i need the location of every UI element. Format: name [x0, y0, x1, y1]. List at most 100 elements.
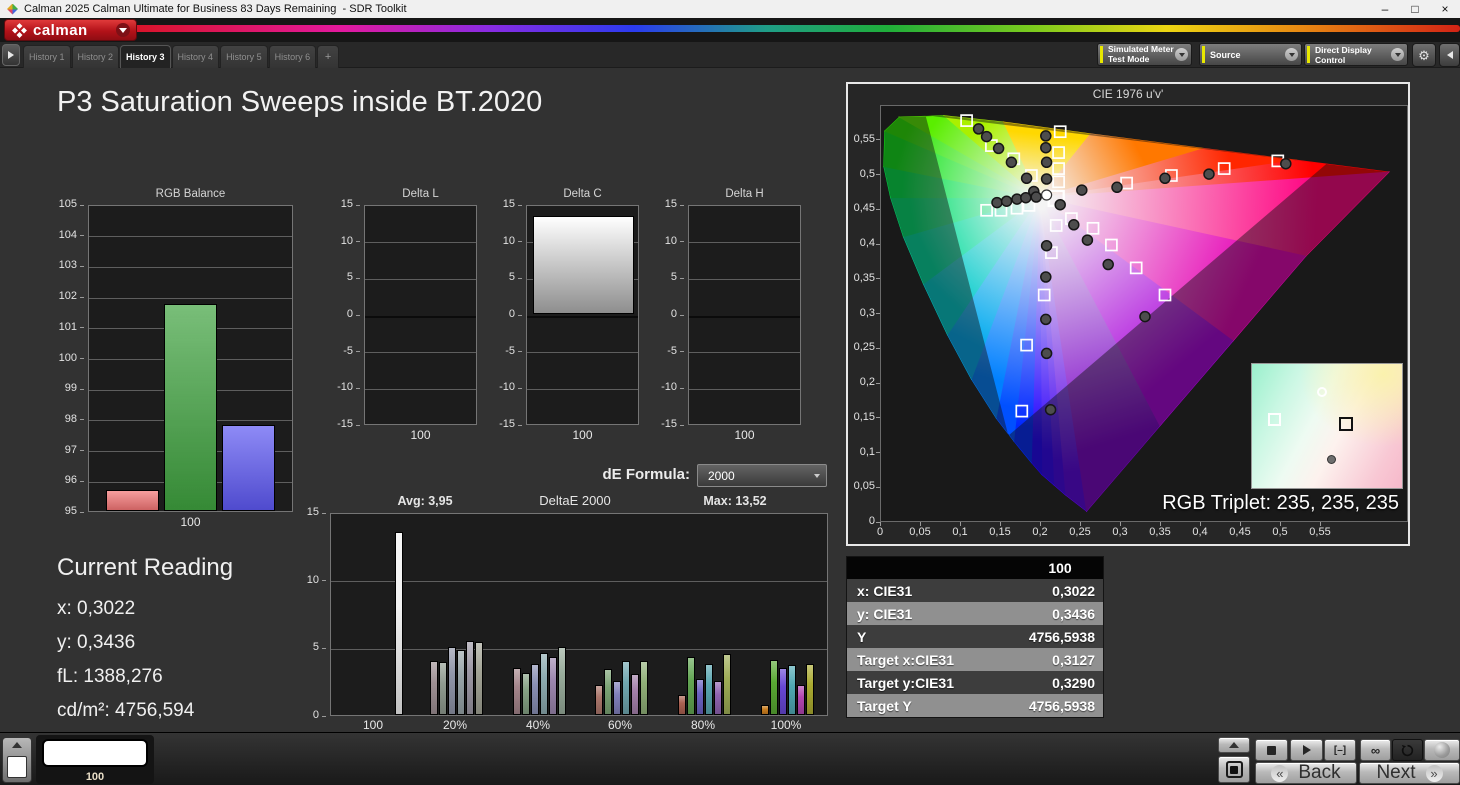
rgb-balance-plot — [88, 205, 293, 512]
tick-mark — [80, 235, 84, 236]
calman-menu-button[interactable]: calman — [4, 19, 137, 41]
status-orb-button[interactable] — [1424, 739, 1460, 761]
y-tick-label: -10 — [488, 381, 515, 393]
table-row: y: CIE310,3436 — [847, 602, 1103, 625]
table-header-value: 100 — [1017, 560, 1103, 576]
table-row-label: Target Y — [847, 698, 1017, 714]
pattern-window-icon — [1226, 761, 1243, 778]
grid-line — [689, 389, 800, 390]
cie-measurement-marker — [1041, 272, 1051, 282]
cie-x-tick-label: 0,45 — [1220, 526, 1260, 538]
grid-line — [527, 316, 638, 318]
bar-blue — [222, 425, 275, 511]
deltae-bar — [806, 664, 814, 715]
tick-mark — [80, 419, 84, 420]
table-row-value: 0,3022 — [1017, 583, 1103, 599]
stop-button[interactable] — [1255, 739, 1288, 761]
de-formula-label: dE Formula: — [540, 466, 690, 483]
cie-x-tick-label: 0,15 — [980, 526, 1020, 538]
cie-zoom-inset — [1251, 363, 1403, 489]
y-tick-label: -5 — [650, 345, 677, 357]
grid-line — [689, 352, 800, 353]
y-tick-label: 105 — [48, 198, 77, 210]
pattern-color-button[interactable] — [2, 737, 32, 783]
chevron-down-icon — [1285, 48, 1298, 61]
tab-bar: History 1History 2History 3History 4Hist… — [0, 42, 1460, 68]
back-button[interactable]: « Back — [1255, 762, 1357, 784]
tab-2[interactable]: History 2 — [72, 45, 120, 68]
next-button[interactable]: Next » — [1359, 762, 1460, 784]
page-title: P3 Saturation Sweeps inside BT.2020 — [57, 86, 542, 119]
pattern-window-button[interactable] — [1218, 756, 1250, 783]
deltae-xlabels: 10020%40%60%80%100% — [330, 718, 828, 732]
meter-label-line2: Test Mode — [1108, 55, 1175, 65]
tab-5[interactable]: History 5 — [220, 45, 268, 68]
y-tick-label: 0 — [296, 709, 319, 721]
tab-6[interactable]: History 6 — [269, 45, 317, 68]
pattern-swatch-label: 100 — [36, 771, 154, 783]
settings-button[interactable]: ⚙ — [1412, 43, 1436, 67]
cie-measurement-marker — [1031, 192, 1041, 202]
chevron-down-icon — [814, 474, 820, 478]
tab-1[interactable]: History 1 — [23, 45, 71, 68]
inset-gray-dot-marker — [1327, 455, 1336, 464]
table-row-value: 4756,5938 — [1017, 698, 1103, 714]
orb-icon — [1434, 742, 1450, 758]
table-row-label: y: CIE31 — [847, 606, 1017, 622]
deltae-x-label: 100% — [746, 718, 826, 732]
y-tick-label: 15 — [650, 198, 677, 210]
tick-mark — [322, 648, 326, 649]
cie-x-tick-label: 0,3 — [1100, 526, 1140, 538]
refresh-button[interactable] — [1392, 739, 1423, 761]
tab-strip: History 1History 2History 3History 4Hist… — [23, 45, 339, 68]
pattern-size-button[interactable]: [–] — [1324, 739, 1356, 761]
y-tick-label: 10 — [488, 235, 515, 247]
expand-transport-button[interactable] — [1218, 737, 1250, 753]
maximize-button[interactable]: □ — [1400, 0, 1430, 18]
source-label: Source — [1210, 50, 1285, 60]
inset-white-target-marker — [1268, 413, 1281, 426]
grid-line — [365, 279, 476, 280]
tick-mark — [518, 278, 522, 279]
de-formula-select[interactable]: 2000 — [697, 464, 827, 487]
grid-line — [365, 389, 476, 390]
calman-menu-caret-icon — [116, 23, 130, 37]
deltae-bar — [604, 669, 612, 715]
collapse-toolbar-button[interactable] — [1439, 43, 1460, 67]
cie-measurement-marker — [982, 132, 992, 142]
play-button[interactable] — [1290, 739, 1323, 761]
tick-mark — [518, 425, 522, 426]
grid-line — [89, 298, 292, 299]
source-dropdown[interactable]: Source — [1199, 43, 1302, 66]
refresh-icon — [1401, 744, 1414, 757]
simulated-meter-dropdown[interactable]: Simulated Meter Test Mode — [1097, 43, 1192, 66]
cie-y-tick-label: 0,15 — [848, 411, 875, 423]
deltae-x-label: 60% — [580, 718, 660, 732]
close-button[interactable]: × — [1430, 0, 1460, 18]
deltae-bar — [723, 654, 731, 715]
deltae-bar — [622, 661, 630, 715]
cie-y-tick-label: 0,25 — [848, 341, 875, 353]
current-reading-y: y: 0,3436 — [57, 632, 135, 654]
current-pattern-swatch[interactable] — [42, 739, 148, 767]
tab-4[interactable]: History 4 — [172, 45, 220, 68]
table-row: Target Y4756,5938 — [847, 694, 1103, 717]
y-tick-label: 5 — [296, 641, 319, 653]
expand-panel-button[interactable] — [2, 44, 20, 66]
delta-h-ylabels: -15-10-5051015 — [650, 205, 684, 425]
cie-x-tick-label: 0,5 — [1260, 526, 1300, 538]
minimize-button[interactable]: – — [1370, 0, 1400, 18]
display-status-stripe — [1307, 46, 1310, 63]
tab-3[interactable]: History 3 — [120, 45, 171, 68]
continuous-read-button[interactable]: ∞ — [1360, 739, 1391, 761]
deltae-bar — [696, 679, 704, 715]
calman-logo-text: calman — [33, 22, 116, 39]
cie-y-tick-label: 0,4 — [848, 237, 875, 249]
direct-display-dropdown[interactable]: Direct Display Control — [1304, 43, 1408, 66]
deltae-bar — [714, 681, 722, 716]
y-tick-label: -15 — [650, 418, 677, 430]
cie-measurement-marker — [1046, 405, 1056, 415]
add-tab-button[interactable]: + — [317, 45, 339, 68]
grid-line — [331, 581, 827, 582]
tick-mark — [80, 389, 84, 390]
